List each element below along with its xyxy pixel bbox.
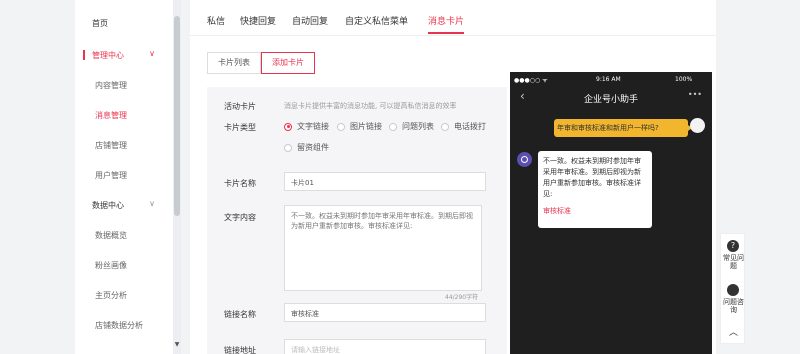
message-card-preview: 不一致。权益未到期时参加年审采用年审标准。到期后即视为新用户重新参加审核。审核标… <box>538 151 652 228</box>
radio-phone-call[interactable]: 电话拨打 <box>441 121 486 132</box>
sidebar-item-label: 主页分析 <box>95 290 127 300</box>
assistant-avatar <box>517 152 532 167</box>
radio-image-link[interactable]: 图片链接 <box>337 121 382 132</box>
tab-auto-reply[interactable]: 自动回复 <box>292 14 328 27</box>
sidebar-item-label: 店铺数据分析 <box>95 320 143 330</box>
chevron-down-icon: ∨ <box>149 199 155 208</box>
chat-title: 企业号小助手 <box>583 95 638 105</box>
help-faq-label[interactable]: 常见问题 <box>721 254 746 270</box>
card-name-input[interactable]: 卡片01 <box>284 172 486 191</box>
add-card-tab[interactable]: 添加卡片 <box>261 52 315 74</box>
radio-lead-form[interactable]: 留资组件 <box>284 142 329 153</box>
sidebar-item-home[interactable]: 首页 <box>75 8 173 38</box>
sidebar-item-homepage-analysis[interactable]: 主页分析 <box>75 280 173 310</box>
radio-question-list[interactable]: 问题列表 <box>389 121 434 132</box>
radio-label: 问题列表 <box>402 122 434 131</box>
status-time: 9:16 AM <box>596 76 621 83</box>
card-text: 不一致。权益未到期时参加年审采用年审标准。到期后即视为新用户重新参加审核。审核标… <box>543 157 641 198</box>
scrollbar-thumb[interactable] <box>174 16 180 216</box>
tab-bar: 私信 快捷回复 自动回复 自定义私信菜单 消息卡片 <box>190 0 716 36</box>
sidebar-item-data-overview[interactable]: 数据概览 <box>75 220 173 250</box>
sidebar-item-data-center[interactable]: 数据中心 ∨ <box>75 190 173 220</box>
sidebar-item-store-analysis[interactable]: 店铺数据分析 <box>75 310 173 340</box>
signal-icon: ●●●○○ ᯤ <box>514 77 548 84</box>
char-count: 44/290字符 <box>445 294 479 301</box>
sidebar-scrollbar[interactable]: ▼ <box>173 0 181 354</box>
text-content-label: 文字内容 <box>224 213 256 222</box>
activity-card-note: 消息卡片提供丰富的消息功能, 可以提高私信消息的效率 <box>284 102 457 110</box>
link-name-input[interactable]: 审核标准 <box>284 303 486 322</box>
activity-card-label: 活动卡片 <box>224 102 256 111</box>
link-name-label: 链接名称 <box>224 310 256 319</box>
sidebar-item-label: 内容管理 <box>95 80 127 90</box>
active-marker <box>83 50 85 60</box>
scroll-down-arrow-icon[interactable]: ▼ <box>173 341 181 348</box>
radio-dot <box>441 122 449 131</box>
sidebar-item-label: 粉丝画像 <box>95 260 127 270</box>
sidebar-item-messages[interactable]: 消息管理 <box>75 100 173 130</box>
radio-dot <box>389 122 397 131</box>
radio-dot <box>284 122 292 131</box>
sidebar-item-label: 首页 <box>92 18 108 28</box>
card-form: 活动卡片 消息卡片提供丰富的消息功能, 可以提高私信消息的效率 卡片类型 文字链… <box>207 87 507 354</box>
radio-dot <box>337 122 345 131</box>
sidebar-item-content[interactable]: 内容管理 <box>75 70 173 100</box>
tab-quick-reply[interactable]: 快捷回复 <box>240 14 276 27</box>
radio-label: 文字链接 <box>297 122 329 131</box>
more-icon: ••• <box>687 90 702 99</box>
radio-dot <box>284 143 292 152</box>
sidebar-item-users[interactable]: 用户管理 <box>75 160 173 190</box>
radio-text-link[interactable]: 文字链接 <box>284 121 329 132</box>
sidebar: 首页 管理中心 ∨ 内容管理 消息管理 店铺管理 用户管理 数据中心 ∨ 数据概… <box>75 0 173 354</box>
tab-private-message[interactable]: 私信 <box>207 14 225 27</box>
sidebar-item-label: 数据概览 <box>95 230 127 240</box>
sidebar-item-label: 管理中心 <box>92 50 124 60</box>
sidebar-item-label: 用户管理 <box>95 170 127 180</box>
sidebar-item-label: 店铺管理 <box>95 140 127 150</box>
sidebar-item-store[interactable]: 店铺管理 <box>75 130 173 160</box>
card-name-label: 卡片名称 <box>224 179 256 188</box>
battery-indicator: 100% <box>675 76 693 83</box>
radio-label: 电话拨打 <box>454 122 486 131</box>
card-list-tab[interactable]: 卡片列表 <box>207 52 261 74</box>
active-tab-underline <box>428 32 464 34</box>
card-link: 审核标准 <box>543 207 571 215</box>
link-url-input[interactable]: 请输入链接地址 <box>284 339 486 354</box>
consult-label[interactable]: 问题咨询 <box>721 298 746 314</box>
tab-message-card[interactable]: 消息卡片 <box>428 14 464 27</box>
back-to-top-icon[interactable]: ︿ <box>721 325 746 338</box>
sidebar-item-fan-profile[interactable]: 粉丝画像 <box>75 250 173 280</box>
floating-help-panel: ? 常见问题 问题咨询 ︿ <box>720 233 745 344</box>
sidebar-item-label: 数据中心 <box>92 200 124 210</box>
user-avatar <box>690 118 705 133</box>
chevron-down-icon: ∨ <box>149 49 155 58</box>
sidebar-item-management-center[interactable]: 管理中心 ∨ <box>75 40 173 70</box>
help-question-icon[interactable]: ? <box>727 240 739 252</box>
consult-chat-icon[interactable] <box>727 284 739 296</box>
link-url-label: 链接地址 <box>224 346 256 354</box>
tab-custom-menu[interactable]: 自定义私信菜单 <box>345 14 408 27</box>
phone-preview: ●●●○○ ᯤ 9:16 AM 100% ‹ 企业号小助手 ••• 年审和审核标… <box>510 72 712 354</box>
radio-label: 留资组件 <box>297 143 329 152</box>
text-content-textarea[interactable]: 不一致。权益未到期时参加年审采用年审标准。到期后即视为新用户重新参加审核。审核标… <box>284 205 482 291</box>
sub-tabs: 卡片列表 添加卡片 <box>207 52 315 74</box>
user-message-bubble: 年审和审核标准和新用户一样吗? <box>554 119 692 137</box>
card-type-label: 卡片类型 <box>224 123 256 132</box>
sidebar-item-label: 消息管理 <box>95 110 127 120</box>
radio-label: 图片链接 <box>350 122 382 131</box>
